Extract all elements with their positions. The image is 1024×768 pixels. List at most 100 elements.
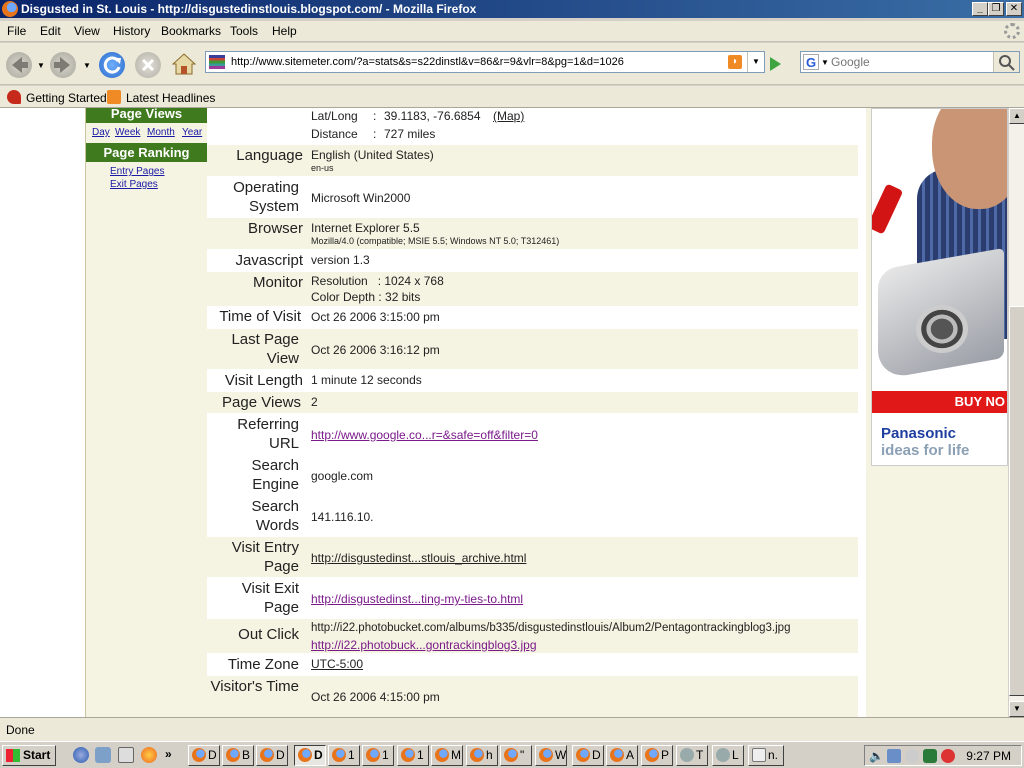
google-engine-icon[interactable]: G [803, 54, 819, 70]
taskbar-item-13[interactable]: A [606, 745, 638, 766]
media-quicklaunch-icon[interactable] [141, 747, 157, 763]
taskbar-item-12[interactable]: D [572, 745, 604, 766]
bookmarks-toolbar: Getting Started Latest Headlines [0, 86, 1024, 108]
bookmark-label: Getting Started [26, 91, 107, 105]
forward-button[interactable] [50, 52, 76, 78]
rss-feed-icon[interactable]: ◗ [728, 55, 742, 69]
out-click-link[interactable]: http://i22.photobuck...gontrackingblog3.… [311, 638, 537, 652]
row-value: Internet Explorer 5.5 [311, 221, 420, 235]
network-tray-icon[interactable] [887, 749, 901, 763]
page-content: Page Views Day Week Month Year Page Rank… [0, 108, 1008, 717]
desktop-quicklaunch-icon[interactable] [118, 747, 134, 763]
search-engine-dropdown-icon[interactable]: ▼ [821, 58, 829, 67]
taskbar-item-6[interactable]: 1 [362, 745, 394, 766]
taskbar-item-14[interactable]: P [641, 745, 673, 766]
stop-button[interactable] [135, 52, 161, 78]
map-link[interactable]: (Map) [493, 109, 524, 123]
location-row: Lat/Long : 39.1183, -76.6854 (Map) Dista… [207, 108, 858, 144]
go-button-icon[interactable] [770, 57, 781, 71]
taskbar-item-9[interactable]: h [466, 745, 498, 766]
restore-button[interactable]: ❐ [988, 2, 1004, 16]
url-bar[interactable]: http://www.sitemeter.com/?a=stats&s=s22d… [205, 51, 765, 73]
firefox-task-icon [645, 748, 659, 762]
taskbar-item-7[interactable]: 1 [397, 745, 429, 766]
bookmark-getting-started[interactable]: Getting Started [7, 90, 107, 105]
entry-page-link[interactable]: http://disgustedinst...stlouis_archive.h… [311, 551, 526, 565]
ad-brand: Panasonic [881, 425, 957, 442]
page-views-day-link[interactable]: Day [92, 127, 110, 138]
task-label: B [242, 748, 251, 762]
page-views-month-link[interactable]: Month [147, 127, 175, 138]
back-arrow-icon [12, 57, 28, 73]
detail-row-out-click: Out Click http://i22.photobucket.com/alb… [207, 619, 858, 653]
task-label: D [592, 748, 601, 762]
menu-view[interactable]: View [74, 24, 100, 38]
ie-quicklaunch-icon[interactable] [73, 747, 89, 763]
quicklaunch-more-icon[interactable]: » [165, 747, 172, 761]
menu-edit[interactable]: Edit [40, 24, 61, 38]
taskbar-item-16[interactable]: L [712, 745, 744, 766]
scroll-up-button[interactable]: ▲ [1009, 108, 1024, 124]
detail-row-referring-url: Referring URL http://www.google.co...r=&… [207, 414, 858, 454]
forward-history-dropdown-icon[interactable]: ▼ [83, 61, 91, 70]
back-history-dropdown-icon[interactable]: ▼ [37, 61, 45, 70]
detail-row-time-zone: Time Zone UTC-5:00 [207, 654, 858, 675]
taskbar-item-11[interactable]: W [535, 745, 567, 766]
shield-tray-icon[interactable] [923, 749, 937, 763]
page-views-week-link[interactable]: Week [115, 127, 140, 138]
taskbar-item-10[interactable]: " [500, 745, 532, 766]
taskbar-item-8[interactable]: M [431, 745, 463, 766]
exit-page-link[interactable]: http://disgustedinst...ting-my-ties-to.h… [311, 592, 523, 606]
menu-tools[interactable]: Tools [230, 24, 258, 38]
menu-help[interactable]: Help [272, 24, 297, 38]
taskbar-item-2[interactable]: B [222, 745, 254, 766]
close-button[interactable]: ✕ [1006, 2, 1022, 16]
vertical-scrollbar[interactable]: ▲ ▼ [1008, 108, 1024, 717]
taskbar-item-15[interactable]: T [676, 745, 708, 766]
network-quicklaunch-icon[interactable] [95, 747, 111, 763]
menu-history[interactable]: History [113, 24, 150, 38]
home-button[interactable] [171, 52, 197, 76]
bookmark-latest-headlines[interactable]: Latest Headlines [107, 90, 215, 105]
row-label: Search Engine [251, 457, 299, 493]
window-title: Disgusted in St. Louis - http://disguste… [21, 2, 477, 16]
row-value: Oct 26 2006 3:15:00 pm [311, 310, 440, 324]
start-button[interactable]: Start [2, 745, 56, 766]
scroll-thumb[interactable] [1009, 306, 1024, 696]
menu-file[interactable]: File [7, 24, 26, 38]
row-value: google.com [311, 469, 374, 483]
minimize-button[interactable]: _ [972, 2, 988, 16]
url-text[interactable]: http://www.sitemeter.com/?a=stats&s=s22d… [231, 56, 624, 68]
exit-pages-link[interactable]: Exit Pages [110, 179, 158, 190]
page-views-year-link[interactable]: Year [182, 127, 202, 138]
ad-buy-now[interactable]: BUY NO [872, 391, 1007, 413]
tray-icon-3[interactable] [905, 749, 919, 763]
referring-url-link[interactable]: http://www.google.co...r=&safe=off&filte… [311, 428, 538, 442]
row-value: Resolution : 1024 x 768 [311, 274, 444, 288]
firefox-task-icon [298, 748, 312, 762]
tool-task-icon [680, 748, 694, 762]
panasonic-ad-banner[interactable]: BUY NO Panasonic ideas for life [871, 108, 1008, 466]
taskbar-item-1[interactable]: D [188, 745, 220, 766]
entry-pages-link[interactable]: Entry Pages [110, 166, 164, 177]
menu-bookmarks[interactable]: Bookmarks [161, 24, 221, 38]
row-subvalue: en-us [311, 163, 334, 173]
url-dropdown-icon[interactable]: ▼ [747, 52, 764, 72]
status-text: Done [6, 723, 35, 737]
taskbar-item-4[interactable]: D [294, 745, 326, 766]
volume-icon[interactable]: 🔈 [869, 749, 884, 763]
tray-icon-5[interactable] [941, 749, 955, 763]
taskbar-item-17[interactable]: n. [748, 745, 784, 766]
taskbar-item-5[interactable]: 1 [328, 745, 360, 766]
search-button[interactable] [993, 52, 1019, 72]
taskbar-item-3[interactable]: D [256, 745, 288, 766]
throbber-icon [1004, 23, 1020, 39]
row-value: 1 minute 12 seconds [311, 373, 422, 387]
back-button[interactable] [6, 52, 32, 78]
firefox-task-icon [470, 748, 484, 762]
reload-button[interactable] [99, 52, 125, 78]
search-input[interactable] [831, 54, 991, 70]
out-click-full-url: http://i22.photobucket.com/albums/b335/d… [311, 622, 791, 634]
scroll-down-button[interactable]: ▼ [1009, 701, 1024, 717]
time-zone-link[interactable]: UTC-5:00 [311, 657, 363, 671]
